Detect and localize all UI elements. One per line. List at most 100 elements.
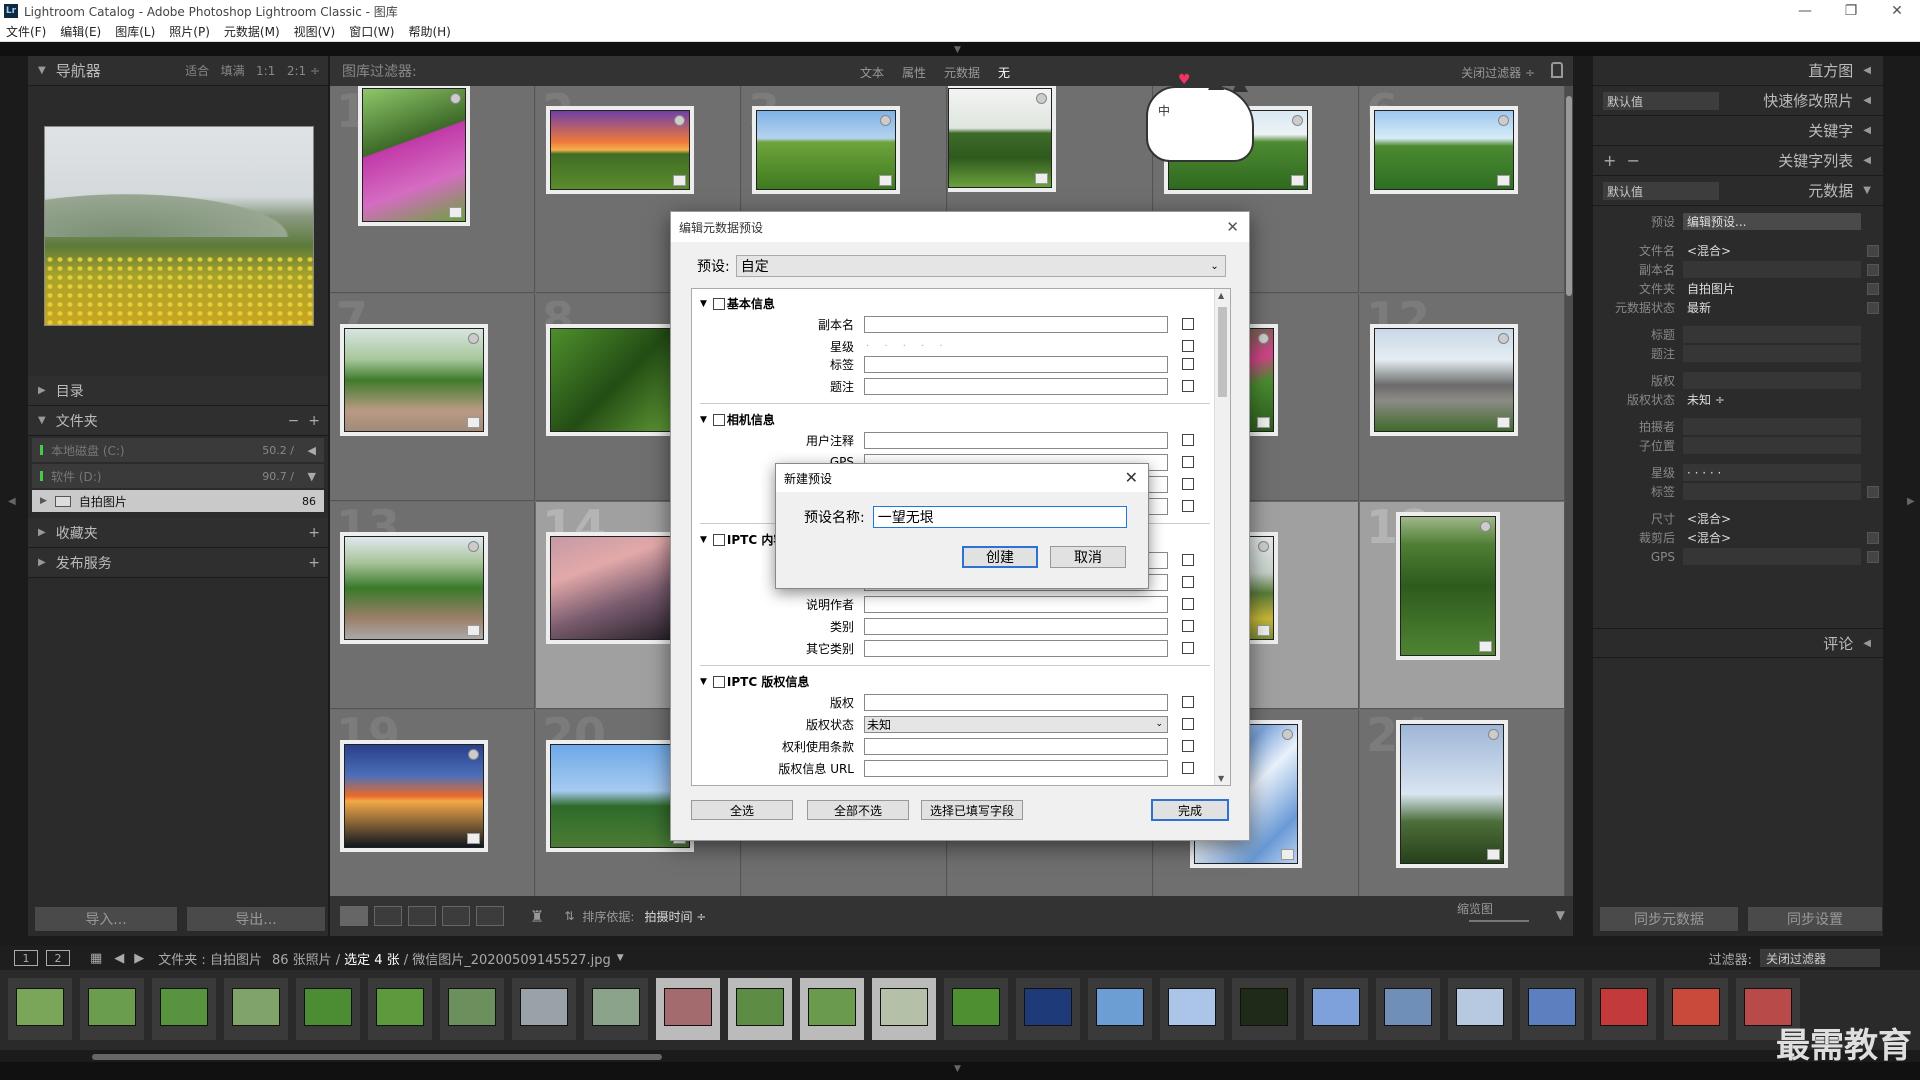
photo-thumbnail[interactable] (1400, 724, 1504, 864)
histogram-header[interactable]: 直方图 ◀ (1593, 56, 1883, 86)
done-button[interactable]: 完成 (1151, 799, 1229, 821)
caret-down-icon[interactable]: ▼ (700, 677, 707, 687)
caret-down-icon[interactable]: ▼ (700, 535, 707, 545)
field-checkbox[interactable] (1182, 762, 1194, 774)
volume-row[interactable]: 软件 (D:) 90.7 / ▼ (32, 464, 324, 488)
grid-cell[interactable]: 19 (330, 710, 535, 917)
field-checkbox[interactable] (1182, 340, 1194, 352)
filmstrip-thumbnail[interactable] (584, 978, 648, 1040)
field-checkbox[interactable] (1182, 598, 1194, 610)
field-input[interactable] (864, 355, 1168, 373)
filmstrip-thumbnail[interactable] (152, 978, 216, 1040)
photo-thumbnail[interactable] (344, 744, 484, 848)
metadata-value[interactable]: 未知 ÷ (1683, 391, 1861, 408)
top-panel-toggle[interactable]: ▼ (0, 42, 1920, 56)
photo-thumbnail[interactable] (1400, 516, 1496, 656)
filmstrip-thumbnail[interactable] (80, 978, 144, 1040)
field-input[interactable] (864, 377, 1168, 395)
filmstrip-thumbnail[interactable] (296, 978, 360, 1040)
zoom-1-1[interactable]: 1:1 (256, 64, 275, 78)
import-button[interactable]: 导入... (34, 906, 178, 932)
grid-cell[interactable]: 24 (1360, 710, 1565, 917)
menu-edit[interactable]: 编辑(E) (60, 23, 101, 40)
sync-metadata-button[interactable]: 同步元数据 (1599, 906, 1739, 932)
quick-collection-icon[interactable] (1258, 333, 1269, 344)
filmstrip-thumbnail[interactable] (1232, 978, 1296, 1040)
metadata-view-select[interactable]: 默认值 (1603, 182, 1719, 200)
metadata-value[interactable]: <混合> (1683, 529, 1861, 546)
metadata-value[interactable] (1683, 418, 1861, 435)
quick-collection-icon[interactable] (1036, 93, 1047, 104)
field-checkbox[interactable] (1182, 576, 1194, 588)
section-checkbox[interactable] (712, 533, 725, 546)
export-button[interactable]: 导出... (186, 906, 326, 932)
fields-scrollbar[interactable]: ▲ ▼ (1214, 289, 1230, 785)
right-panel-toggle[interactable]: ▶ (1883, 56, 1920, 936)
metadata-value[interactable]: <混合> (1683, 242, 1861, 259)
field-input[interactable] (864, 617, 1168, 635)
add-keyword-icon[interactable]: + − (1603, 151, 1640, 170)
add-folder-icon[interactable]: − + (288, 413, 320, 429)
volume-row[interactable]: 本地磁盘 (C:) 50.2 / ◀ (32, 438, 324, 462)
preset-select[interactable]: 自定 ⌄ (735, 255, 1226, 277)
photo-thumbnail[interactable] (344, 536, 484, 640)
filmstrip-thumbnail[interactable] (1664, 978, 1728, 1040)
preset-name-input[interactable]: 一望无垠 (872, 506, 1127, 528)
sync-settings-button[interactable]: 同步设置 (1747, 906, 1883, 932)
field-checkbox[interactable] (1182, 620, 1194, 632)
menu-view[interactable]: 视图(V) (294, 23, 336, 40)
metadata-value[interactable] (1683, 548, 1861, 565)
navigator-image[interactable] (44, 126, 314, 326)
spray-can-icon[interactable]: ♜ (530, 907, 544, 926)
photo-thumbnail[interactable] (550, 536, 690, 640)
field-checkbox[interactable] (1182, 434, 1194, 446)
photo-thumbnail[interactable] (1374, 110, 1514, 190)
metadata-value[interactable] (1683, 372, 1861, 389)
field-checkbox[interactable] (1182, 554, 1194, 566)
keyword-list-header[interactable]: + − 关键字列表 ◀ (1593, 146, 1883, 176)
field-checkbox[interactable] (1182, 500, 1194, 512)
filter-preset-dropdown[interactable]: 关闭过滤器 ÷ (1461, 64, 1535, 81)
chevron-down-icon[interactable]: ▼ (617, 953, 624, 963)
quick-collection-icon[interactable] (1488, 729, 1499, 740)
menu-photo[interactable]: 照片(P) (169, 23, 210, 40)
filmstrip-filter-select[interactable]: 关闭过滤器 (1760, 949, 1880, 967)
field-action-icon[interactable] (1867, 263, 1879, 276)
metadata-value[interactable] (1683, 326, 1861, 343)
field-checkbox[interactable] (1182, 478, 1194, 490)
back-arrow-icon[interactable]: ◀ (114, 951, 124, 966)
filmstrip-thumbnail[interactable] (1376, 978, 1440, 1040)
filmstrip-thumbnail[interactable] (656, 978, 720, 1040)
field-checkbox[interactable] (1182, 318, 1194, 330)
grid-cell[interactable]: 13 (330, 502, 535, 709)
field-checkbox[interactable] (1182, 718, 1194, 730)
add-publish-icon[interactable]: + (308, 555, 320, 571)
field-checkbox[interactable] (1182, 642, 1194, 654)
field-checkbox[interactable] (1182, 358, 1194, 370)
menu-help[interactable]: 帮助(H) (408, 23, 450, 40)
field-action-icon[interactable] (1867, 301, 1879, 314)
select-none-button[interactable]: 全部不选 (807, 800, 909, 820)
field-input[interactable]: · · · · · (864, 337, 1168, 355)
forward-arrow-icon[interactable]: ▶ (134, 951, 144, 966)
maximize-button[interactable]: ❐ (1828, 0, 1874, 22)
quick-collection-icon[interactable] (1258, 541, 1269, 552)
quick-collection-icon[interactable] (468, 333, 479, 344)
collections-header[interactable]: ▶ 收藏夹 + (28, 518, 328, 548)
filmstrip-thumbnail[interactable] (728, 978, 792, 1040)
filmstrip-thumbnail[interactable] (1304, 978, 1368, 1040)
compare-view-icon[interactable] (408, 906, 436, 926)
field-input[interactable] (864, 639, 1168, 657)
loupe-view-icon[interactable] (374, 906, 402, 926)
quick-collection-icon[interactable] (1480, 521, 1491, 532)
bottom-panel-toggle[interactable]: ▼ (0, 1062, 1920, 1080)
grid-cell[interactable]: 12 (1360, 294, 1565, 501)
filmstrip-thumbnail[interactable] (1520, 978, 1584, 1040)
metadata-value[interactable] (1683, 261, 1861, 278)
metadata-value[interactable]: 最新 (1683, 299, 1861, 316)
quick-collection-icon[interactable] (1498, 115, 1509, 126)
metadata-value[interactable]: <混合> (1683, 510, 1861, 527)
quick-collection-icon[interactable] (880, 115, 891, 126)
sort-direction-icon[interactable]: ⇅ (564, 909, 574, 923)
photo-thumbnail[interactable] (948, 88, 1052, 188)
